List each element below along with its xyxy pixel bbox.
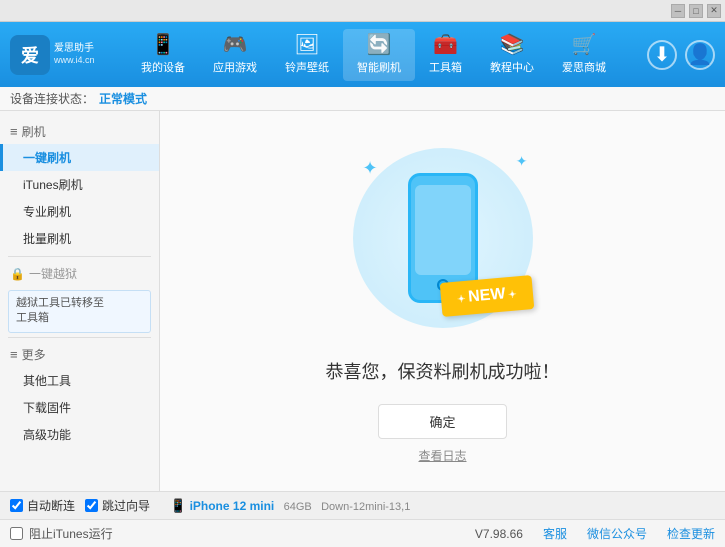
wallpaper-icon: 🖼: [294, 35, 319, 55]
device-storage: 64GB: [284, 501, 312, 513]
sidebar-jailbreak-note: 越狱工具已转移至工具箱: [8, 290, 151, 333]
sidebar-divider-2: [8, 337, 151, 338]
sidebar-section-flash: ≡ 刷机: [0, 119, 159, 144]
status-bar: 阻止iTunes运行 V7.98.66 客服 微信公众号 检查更新: [0, 519, 725, 547]
nav-appgame[interactable]: 🎮 应用游戏: [199, 29, 271, 81]
daily-log-link[interactable]: 查看日志: [418, 447, 466, 464]
sidebar-locked-jailbreak: 🔒 一键越狱: [0, 261, 159, 286]
lock-icon: 🔒: [10, 267, 25, 281]
logo: 爱 爱思助手 www.i4.cn: [10, 35, 100, 75]
nav-wallpaper[interactable]: 🖼 铃声壁纸: [271, 29, 343, 81]
connection-status: 正常模式: [99, 90, 147, 107]
header: 爱 爱思助手 www.i4.cn 📱 我的设备 🎮 应用游戏 🖼 铃声壁纸 🔄 …: [0, 22, 725, 87]
itunes-label: 阻止iTunes运行: [29, 525, 113, 542]
logo-text: 爱思助手 www.i4.cn: [54, 42, 95, 67]
confirm-button[interactable]: 确定: [378, 404, 506, 439]
flash-icon: 🔄: [367, 35, 392, 55]
wechat-link[interactable]: 微信公众号: [587, 525, 647, 542]
status-left: 阻止iTunes运行: [10, 525, 113, 542]
close-button[interactable]: ✕: [707, 4, 721, 18]
device-icon: 📱: [170, 498, 186, 513]
service-link[interactable]: 客服: [543, 525, 567, 542]
device-bar: 自动断连 跳过向导 📱 iPhone 12 mini 64GB Down-12m…: [0, 491, 725, 519]
more-section-icon: ≡: [10, 347, 18, 362]
sparkle-left-icon: ✦: [363, 158, 378, 179]
mydevice-icon: 📱: [151, 35, 176, 55]
maximize-button[interactable]: □: [689, 4, 703, 18]
auto-disconnect-input[interactable]: [10, 499, 23, 512]
window-controls: ─ □ ✕: [671, 4, 721, 18]
sidebar-item-pro[interactable]: 专业刷机: [0, 198, 159, 225]
itunes-block-checkbox[interactable]: [10, 527, 23, 540]
connection-bar: 设备连接状态： 正常模式: [0, 87, 725, 111]
sidebar-item-onekey[interactable]: 一键刷机: [0, 144, 159, 171]
user-action-btn[interactable]: 👤: [685, 40, 715, 70]
sidebar-section-more: ≡ 更多: [0, 342, 159, 367]
toolbox-icon: 🧰: [433, 35, 458, 55]
update-link[interactable]: 检查更新: [667, 525, 715, 542]
content-area: ✦ ✦ NEW 恭喜您，保资料刷机成功啦！ 确定 查看日志: [160, 111, 725, 491]
phone-screen: [415, 185, 471, 275]
auto-disconnect-checkbox[interactable]: 自动断连: [10, 497, 75, 514]
device-version: Down-12mini-13,1: [321, 501, 410, 513]
nav-shop[interactable]: 🛒 爱思商城: [548, 29, 620, 81]
success-title: 恭喜您，保资料刷机成功啦！: [326, 358, 560, 384]
nav-tutorial[interactable]: 📚 教程中心: [476, 29, 548, 81]
appgame-icon: 🎮: [223, 35, 248, 55]
logo-icon: 爱: [10, 35, 50, 75]
tutorial-icon: 📚: [500, 35, 525, 55]
status-right: V7.98.66 客服 微信公众号 检查更新: [475, 525, 715, 542]
sidebar-item-batch[interactable]: 批量刷机: [0, 225, 159, 252]
download-action-btn[interactable]: ⬇: [647, 40, 677, 70]
titlebar: ─ □ ✕: [0, 0, 725, 22]
sidebar-item-othertools[interactable]: 其他工具: [0, 367, 159, 394]
nav-mydevice[interactable]: 📱 我的设备: [127, 29, 199, 81]
sidebar: ≡ 刷机 一键刷机 iTunes刷机 专业刷机 批量刷机 🔒 一键越狱 越狱工具…: [0, 111, 160, 491]
flash-section-icon: ≡: [10, 124, 18, 139]
nav-toolbox[interactable]: 🧰 工具箱: [415, 29, 476, 81]
sidebar-item-firmware[interactable]: 下载固件: [0, 394, 159, 421]
main-layout: ≡ 刷机 一键刷机 iTunes刷机 专业刷机 批量刷机 🔒 一键越狱 越狱工具…: [0, 111, 725, 491]
shop-icon: 🛒: [572, 35, 597, 55]
nav-flash[interactable]: 🔄 智能刷机: [343, 29, 415, 81]
phone-illustration: ✦ ✦ NEW: [343, 138, 543, 338]
device-info: 📱 iPhone 12 mini 64GB Down-12mini-13,1: [170, 498, 410, 514]
minimize-button[interactable]: ─: [671, 4, 685, 18]
skip-wizard-checkbox[interactable]: 跳过向导: [85, 497, 150, 514]
sidebar-divider-1: [8, 256, 151, 257]
sidebar-item-itunes[interactable]: iTunes刷机: [0, 171, 159, 198]
nav-bar: 📱 我的设备 🎮 应用游戏 🖼 铃声壁纸 🔄 智能刷机 🧰 工具箱 📚 教程中心…: [100, 29, 647, 81]
sparkle-right-icon: ✦: [516, 153, 528, 170]
nav-actions: ⬇ 👤: [647, 40, 715, 70]
new-badge: NEW: [440, 275, 534, 317]
version-label: V7.98.66: [475, 527, 523, 541]
device-name: iPhone 12 mini: [190, 499, 275, 513]
skip-wizard-input[interactable]: [85, 499, 98, 512]
sidebar-item-advanced[interactable]: 高级功能: [0, 421, 159, 448]
